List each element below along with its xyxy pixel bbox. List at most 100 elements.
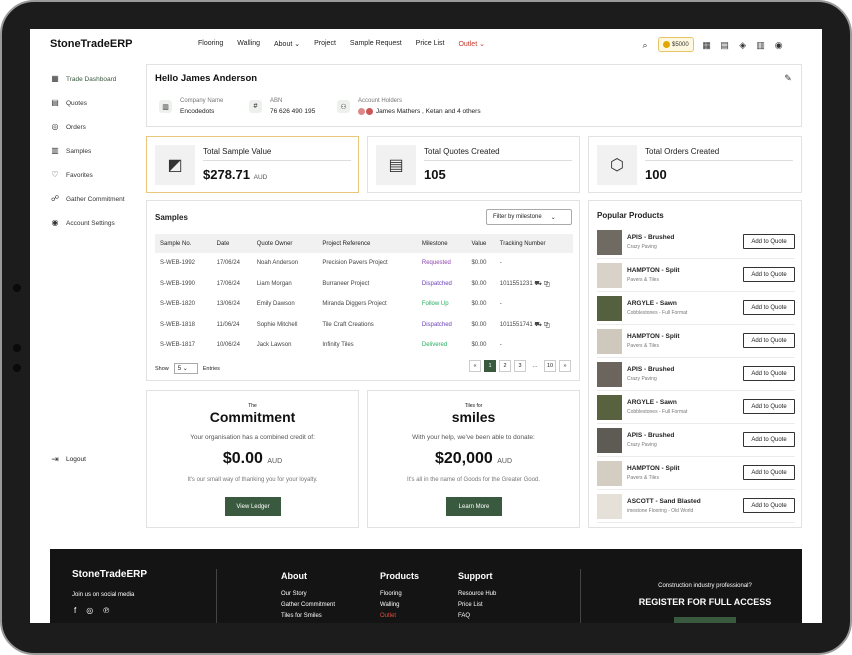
product-thumbnail[interactable] <box>597 427 622 453</box>
col-quote-owner[interactable]: Quote Owner <box>251 234 318 253</box>
page-2[interactable]: 2 <box>499 360 511 372</box>
menu-flooring[interactable]: Flooring <box>198 40 223 48</box>
add-to-quote-button[interactable]: Add to Quote <box>743 267 795 282</box>
product-thumbnail[interactable] <box>597 262 622 288</box>
product-name[interactable]: HAMPTON - Split <box>627 333 680 340</box>
sidebar-item-quotes[interactable]: ▤ Quotes <box>50 91 150 115</box>
facebook-icon[interactable]: f <box>74 606 76 615</box>
pinterest-icon[interactable]: ℗ <box>103 606 109 615</box>
table-row[interactable]: S-WEB-1817 10/06/24 Jack Lawson Infinity… <box>155 335 573 356</box>
product-thumbnail[interactable] <box>597 295 622 321</box>
search-icon[interactable]: ⌕ <box>640 40 650 50</box>
product-thumbnail[interactable] <box>597 493 622 519</box>
table-row[interactable]: S-WEB-1818 11/06/24 Sophie Mitchell Tile… <box>155 315 573 336</box>
edit-icon[interactable]: ✎ <box>783 73 793 83</box>
product-row[interactable]: HAMPTON - Split Pavers & Tiles Add to Quot… <box>597 457 795 490</box>
logo[interactable]: StoneTradeERP <box>50 38 133 50</box>
sidebar-item-dashboard[interactable]: ▦ Trade Dashboard <box>50 67 150 91</box>
add-to-quote-button[interactable]: Add to Quote <box>743 465 795 480</box>
grid-icon[interactable]: ▦ <box>702 40 712 50</box>
page-last[interactable]: » <box>559 360 571 372</box>
product-row[interactable]: APIS - Brushed Crazy Paving Add to Quote <box>597 424 795 457</box>
page-first[interactable]: « <box>469 360 481 372</box>
truck-icon[interactable]: ⛟ <box>534 281 542 287</box>
stat-orders-created[interactable]: ⬡ Total Orders Created 100 <box>588 136 802 193</box>
footer-link[interactable]: Flooring <box>380 591 419 597</box>
stat-quotes-created[interactable]: ▤ Total Quotes Created 105 <box>367 136 580 193</box>
product-row[interactable]: ASCOTT - Sand Blasted imestone Flooring -… <box>597 490 795 523</box>
footer-link[interactable]: Price List <box>458 602 496 608</box>
col-tracking-number[interactable]: Tracking Number <box>494 234 573 253</box>
balance-badge[interactable]: $5000 <box>658 37 694 52</box>
sidebar-item-account-settings[interactable]: ◉ Account Settings <box>50 211 150 235</box>
add-to-quote-button[interactable]: Add to Quote <box>743 399 795 414</box>
product-thumbnail[interactable] <box>597 460 622 486</box>
milestone-filter[interactable]: Filter by milestone ⌄ <box>486 209 572 225</box>
add-to-quote-button[interactable]: Add to Quote <box>743 234 795 249</box>
menu-about[interactable]: About ⌄ <box>274 40 300 48</box>
sidebar-item-orders[interactable]: ◎ Orders <box>50 115 150 139</box>
menu-walling[interactable]: Walling <box>237 40 260 48</box>
copy-icon[interactable]: ⧉ <box>544 322 550 328</box>
col-project-reference[interactable]: Project Reference <box>317 234 417 253</box>
footer-link[interactable]: Resource Hub <box>458 591 496 597</box>
add-to-quote-button[interactable]: Add to Quote <box>743 366 795 381</box>
page-size-select[interactable]: 5 ⌄ <box>173 363 198 374</box>
footer-link[interactable]: Tiles for Smiles <box>281 613 335 619</box>
product-name[interactable]: HAMPTON - Split <box>627 465 680 472</box>
orders-icon[interactable]: ◈ <box>738 40 748 50</box>
product-name[interactable]: APIS - Brushed <box>627 432 674 439</box>
product-thumbnail[interactable] <box>597 394 622 420</box>
col-value[interactable]: Value <box>466 234 495 253</box>
product-name[interactable]: ARGYLE - Sawn <box>627 399 687 406</box>
samples-icon[interactable]: ▥ <box>756 40 766 50</box>
page-3[interactable]: 3 <box>514 360 526 372</box>
add-to-quote-button[interactable]: Add to Quote <box>743 333 795 348</box>
footer-link[interactable]: FAQ <box>458 613 496 619</box>
page-1[interactable]: 1 <box>484 360 496 372</box>
add-to-quote-button[interactable]: Add to Quote <box>743 300 795 315</box>
product-row[interactable]: ARGYLE - Sawn Cobblestones - Full Format A… <box>597 292 795 325</box>
menu-outlet[interactable]: Outlet ⌄ <box>458 40 485 48</box>
footer-logo[interactable]: StoneTradeERP <box>72 569 147 580</box>
quotes-icon[interactable]: ▤ <box>720 40 730 50</box>
footer-link[interactable]: Walling <box>380 602 419 608</box>
product-thumbnail[interactable] <box>597 229 622 255</box>
product-row[interactable]: ARGYLE - Sawn Cobblestones - Full Format A… <box>597 391 795 424</box>
product-row[interactable]: HAMPTON - Split Pavers & Tiles Add to Quot… <box>597 325 795 358</box>
table-row[interactable]: S-WEB-1992 17/06/24 Noah Anderson Precis… <box>155 253 573 274</box>
register-button[interactable] <box>674 617 736 623</box>
sidebar-item-samples[interactable]: ▥ Samples <box>50 139 150 163</box>
menu-price-list[interactable]: Price List <box>416 40 445 48</box>
footer-link[interactable]: Outlet <box>380 613 419 619</box>
copy-icon[interactable]: ⧉ <box>544 281 550 287</box>
stat-sample-value[interactable]: ◩ Total Sample Value $278.71 AUD <box>146 136 359 193</box>
table-row[interactable]: S-WEB-1990 17/06/24 Liam Morgan Burranee… <box>155 274 573 295</box>
add-to-quote-button[interactable]: Add to Quote <box>743 432 795 447</box>
add-to-quote-button[interactable]: Add to Quote <box>743 498 795 513</box>
product-name[interactable]: HAMPTON - Split <box>627 267 680 274</box>
logout-button[interactable]: ⇥ Logout <box>50 454 86 464</box>
view-ledger-button[interactable]: View Ledger <box>225 497 281 516</box>
product-name[interactable]: APIS - Brushed <box>627 366 674 373</box>
footer-link[interactable]: Gather Commitment <box>281 602 335 608</box>
instagram-icon[interactable]: ◎ <box>86 606 93 615</box>
col-date[interactable]: Date <box>211 234 252 253</box>
product-thumbnail[interactable] <box>597 361 622 387</box>
footer-link[interactable]: Our Story <box>281 591 335 597</box>
product-row[interactable]: HAMPTON - Split Pavers & Tiles Add to Quot… <box>597 259 795 292</box>
table-row[interactable]: S-WEB-1820 13/06/24 Emily Dawson Miranda… <box>155 294 573 315</box>
sidebar-item-favorites[interactable]: ♡ Favorites <box>50 163 150 187</box>
product-thumbnail[interactable] <box>597 328 622 354</box>
product-row[interactable]: APIS - Brushed Crazy Paving Add to Quote <box>597 358 795 391</box>
sidebar-item-gather-commitment[interactable]: ☍ Gather Commitment <box>50 187 150 211</box>
menu-project[interactable]: Project <box>314 40 336 48</box>
product-name[interactable]: ASCOTT - Sand Blasted <box>627 498 701 505</box>
learn-more-button[interactable]: Learn More <box>446 497 502 516</box>
menu-sample-request[interactable]: Sample Request <box>350 40 402 48</box>
product-row[interactable]: APIS - Brushed Crazy Paving Add to Quote <box>597 226 795 259</box>
user-icon[interactable]: ◉ <box>774 40 784 50</box>
col-milestone[interactable]: Milestone <box>416 234 467 253</box>
product-name[interactable]: ARGYLE - Sawn <box>627 300 687 307</box>
col-sample-no[interactable]: Sample No. <box>155 234 212 253</box>
